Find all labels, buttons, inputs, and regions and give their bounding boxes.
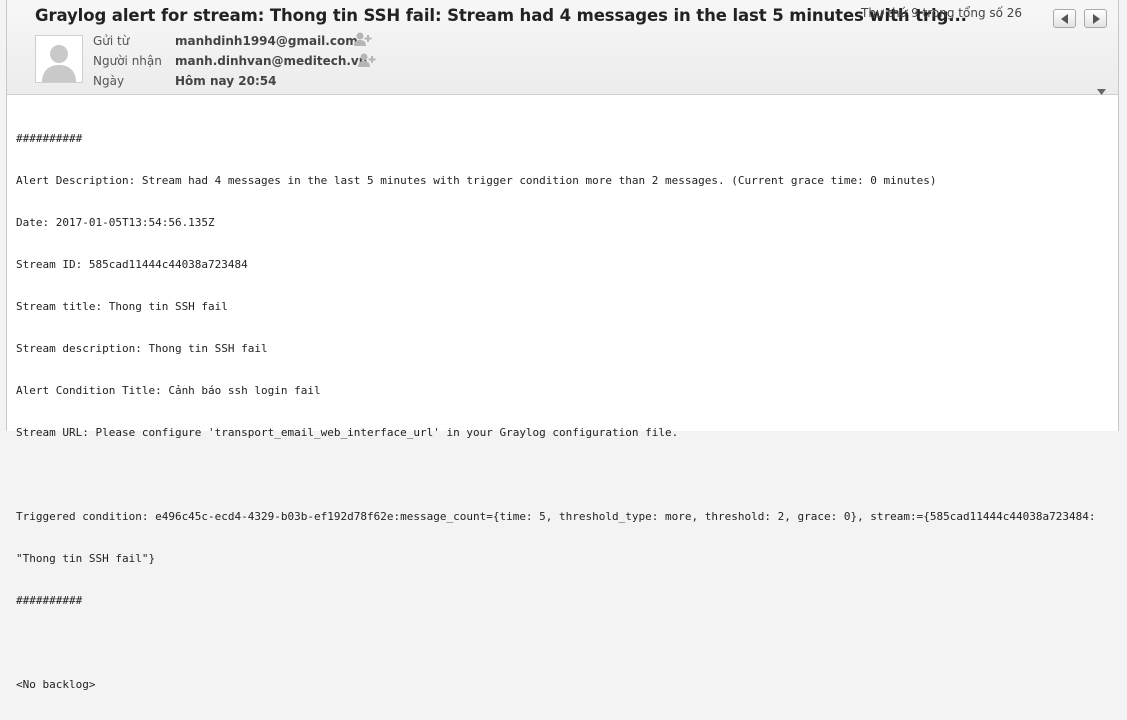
date-label: Ngày <box>93 74 125 88</box>
email-view: Graylog alert for stream: Thong tin SSH … <box>6 0 1119 691</box>
add-recipient-contact-button[interactable] <box>357 52 377 68</box>
body-line: Alert Condition Title: Cảnh báo ssh logi… <box>16 384 321 397</box>
from-label: Gửi từ <box>93 34 130 48</box>
message-position: Thư thứ 9 trong tổng số 26 <box>861 6 1023 20</box>
date-value: Hôm nay 20:54 <box>175 74 277 88</box>
chevron-down-icon <box>1097 89 1106 95</box>
body-line: Stream URL: Please configure 'transport_… <box>16 426 679 439</box>
to-value[interactable]: manh.dinhvan@meditech.vn <box>175 54 367 68</box>
body-line <box>16 636 1111 650</box>
body-line: Stream description: Thong tin SSH fail <box>16 342 268 355</box>
next-message-button[interactable] <box>1084 9 1107 28</box>
body-line: <No backlog> <box>16 678 96 691</box>
add-contact-icon <box>358 53 376 67</box>
email-header: Graylog alert for stream: Thong tin SSH … <box>7 0 1118 95</box>
body-line: ########## <box>16 132 83 145</box>
email-subject: Graylog alert for stream: Thong tin SSH … <box>35 6 967 25</box>
body-line: "Thong tin SSH fail"} <box>16 552 156 565</box>
header-collapse-button[interactable] <box>1097 80 1106 99</box>
body-line: Stream ID: 585cad11444c44038a723484 <box>16 258 248 271</box>
person-silhouette-icon <box>36 36 82 82</box>
previous-message-button[interactable] <box>1053 9 1076 28</box>
chevron-right-icon <box>1093 14 1100 24</box>
chevron-left-icon <box>1061 14 1068 24</box>
body-line: Triggered condition: e496c45c-ecd4-4329-… <box>16 510 1096 523</box>
from-value[interactable]: manhdinh1994@gmail.com <box>175 34 358 48</box>
add-sender-contact-button[interactable] <box>353 31 373 47</box>
add-contact-icon <box>354 32 372 46</box>
message-body: ########## Alert Description: Stream had… <box>16 104 1111 720</box>
body-line: Date: 2017-01-05T13:54:56.135Z <box>16 216 215 229</box>
to-label: Người nhận <box>93 54 162 68</box>
body-line: Stream title: Thong tin SSH fail <box>16 300 228 313</box>
body-line: Alert Description: Stream had 4 messages… <box>16 174 937 187</box>
body-line: ########## <box>16 594 83 607</box>
sender-avatar <box>35 35 83 83</box>
body-line <box>16 468 1111 482</box>
